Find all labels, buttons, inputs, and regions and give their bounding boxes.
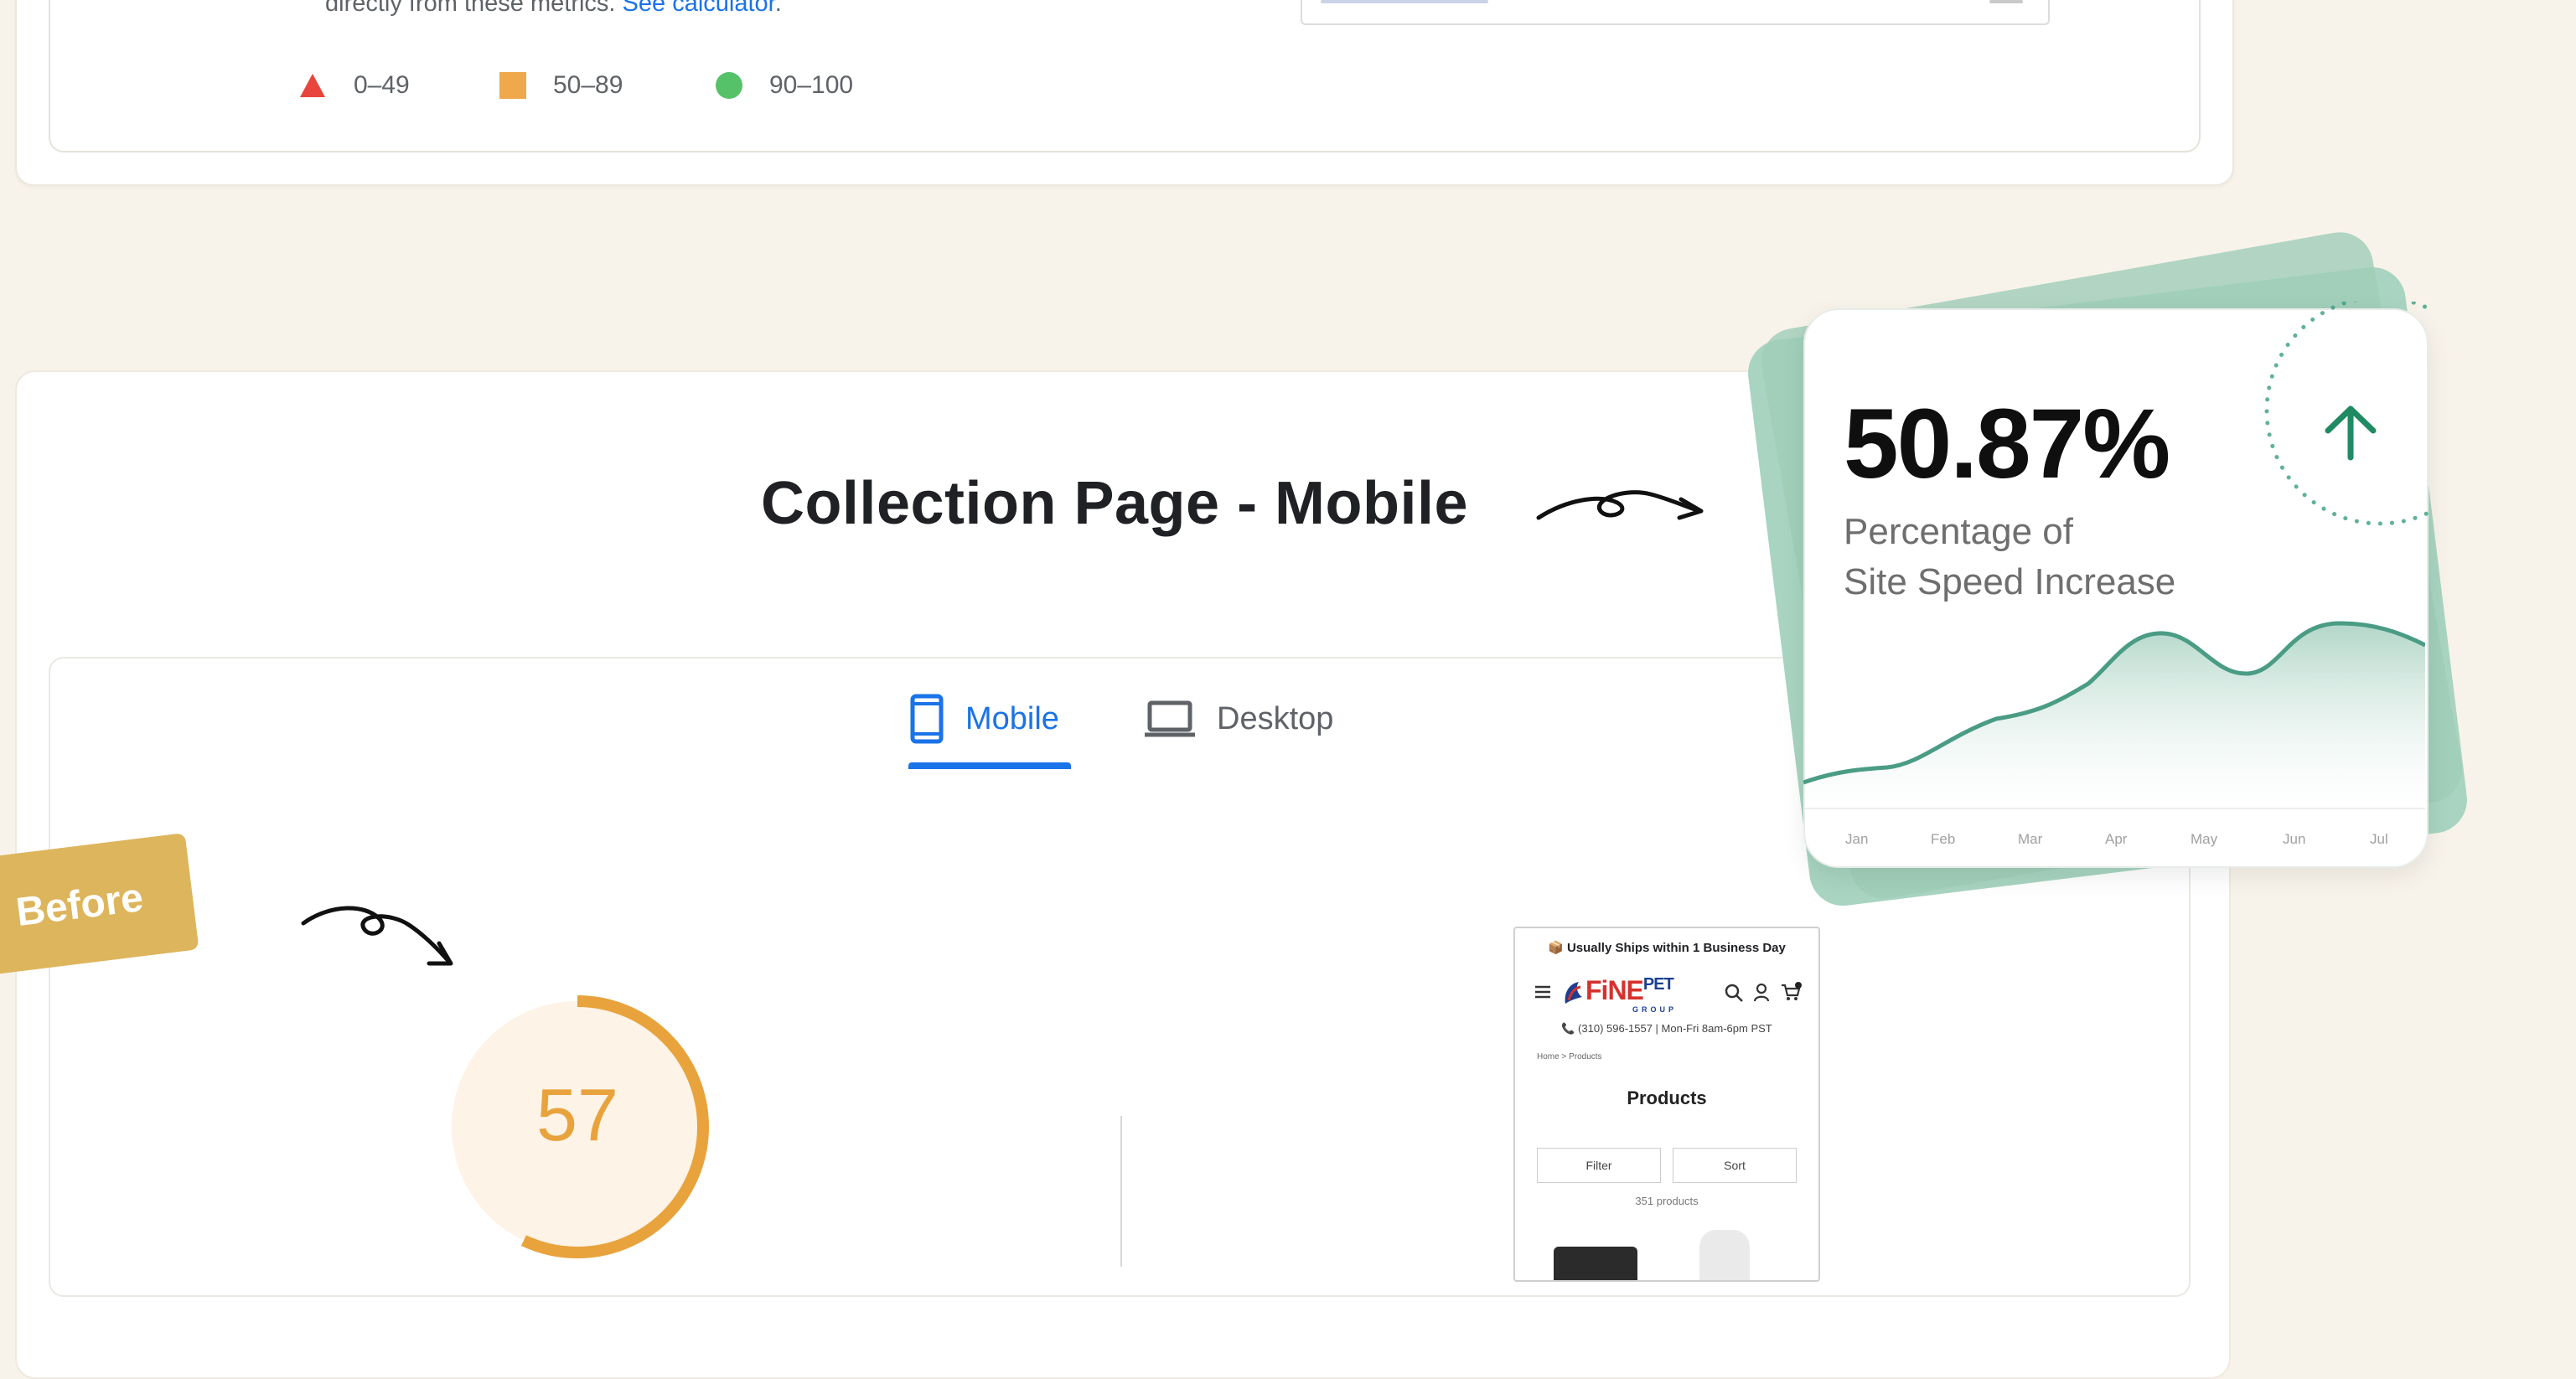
area-fill (1803, 623, 2425, 813)
description-period: . (774, 0, 782, 17)
sort-button: Sort (1673, 1148, 1797, 1183)
month-label: Feb (1931, 831, 1956, 847)
month-label: Jul (2370, 831, 2388, 847)
filter-button: Filter (1537, 1148, 1661, 1183)
legend-label-good: 90–100 (769, 71, 854, 99)
legend-item-average: 50–89 (499, 67, 623, 104)
square-icon (499, 72, 526, 99)
breadcrumb: Home > Products (1537, 1052, 1602, 1061)
stat-value: 50.87% (1844, 389, 2170, 499)
laptop-icon (1145, 700, 1195, 737)
products-heading: Products (1627, 1087, 1707, 1108)
store-contact-line: 📞 (310) 596-1557 | Mon-Fri 8am-6pm PST (1561, 1022, 1772, 1035)
legend-label-average: 50–89 (553, 71, 623, 99)
product-thumbnail (1699, 1230, 1750, 1280)
speed-trend-area-chart (1803, 621, 2425, 813)
store-logo: FiNEPET GROUP (1585, 975, 1674, 1014)
logo-main-text: FiNE (1585, 975, 1644, 1005)
stat-label-line1: Percentage of (1844, 511, 2073, 552)
search-icon (1725, 984, 1743, 1002)
logo-subtext: GROUP (1632, 1005, 1678, 1014)
product-thumbnail (1554, 1247, 1637, 1280)
month-label: Mar (2018, 831, 2043, 847)
metrics-description-text: directly from these metrics. (325, 0, 616, 17)
legend-item-good: 90–100 (716, 67, 853, 104)
tab-mobile[interactable]: Mobile (910, 692, 1059, 746)
tab-desktop[interactable]: Desktop (1145, 692, 1333, 746)
active-tab-indicator (908, 762, 1071, 769)
mobile-page-screenshot: 📦 Usually Ships within 1 Business Day Fi… (1513, 927, 1820, 1282)
legend-item-poor: 0–49 (298, 67, 410, 104)
tab-desktop-label: Desktop (1217, 700, 1334, 736)
tab-mobile-label: Mobile (965, 700, 1059, 736)
arrow-up-icon (2325, 405, 2377, 461)
metrics-description: directly from these metrics. See calcula… (325, 0, 782, 18)
triangle-icon (300, 74, 325, 97)
month-label: Jan (1845, 831, 1869, 847)
menu-icon (1535, 985, 1550, 999)
stat-label-line2: Site Speed Increase (1844, 561, 2176, 602)
previous-report-thumbnail (1301, 0, 2050, 25)
curly-arrow-icon (301, 906, 453, 966)
month-label: May (2191, 831, 2218, 847)
legend-label-poor: 0–49 (354, 71, 410, 99)
month-label: Jun (2283, 831, 2306, 847)
cart-icon (1782, 982, 1802, 1000)
dog-logo-icon (1565, 982, 1582, 1004)
store-header: FiNEPET GROUP (1535, 975, 1803, 1014)
circle-icon (716, 72, 742, 99)
section-divider (1120, 1116, 1122, 1267)
performance-score-value: 57 (536, 1073, 618, 1156)
product-count: 351 products (1635, 1195, 1699, 1207)
shipping-banner: 📦 Usually Ships within 1 Business Day (1548, 941, 1786, 955)
see-calculator-link[interactable]: See calculator (623, 0, 775, 17)
month-label: Apr (2105, 831, 2128, 847)
smartphone-icon (910, 694, 944, 744)
account-icon (1753, 984, 1770, 1002)
chart-axis-line (1803, 808, 2425, 809)
curly-arrow-icon (1536, 490, 1704, 520)
logo-superscript: PET (1642, 975, 1674, 994)
